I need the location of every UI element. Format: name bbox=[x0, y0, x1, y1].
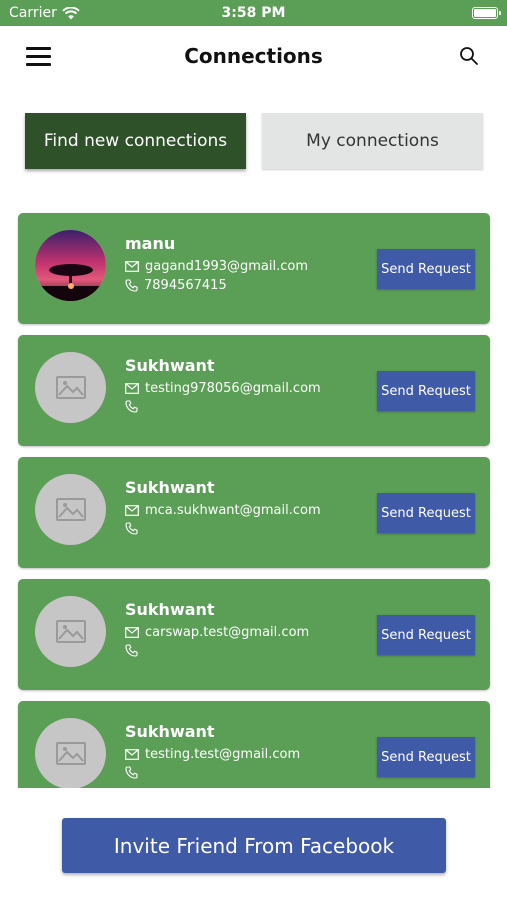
connection-email-text: gagand1993@gmail.com bbox=[145, 259, 309, 274]
avatar bbox=[35, 230, 106, 301]
mail-icon bbox=[125, 749, 139, 760]
mail-icon bbox=[125, 627, 139, 638]
connection-email: carswap.test@gmail.com bbox=[125, 625, 309, 640]
status-time: 3:58 PM bbox=[221, 5, 286, 21]
connection-email: testing978056@gmail.com bbox=[125, 381, 321, 396]
send-request-button[interactable]: Send Request bbox=[377, 249, 475, 289]
connection-email-text: carswap.test@gmail.com bbox=[145, 625, 310, 640]
connection-phone bbox=[125, 522, 144, 535]
connections-list[interactable]: manu gagand1993@gmail.com 7894567415 Sen… bbox=[0, 205, 507, 788]
avatar bbox=[35, 718, 106, 788]
connection-email: testing.test@gmail.com bbox=[125, 747, 300, 762]
connection-email-text: testing.test@gmail.com bbox=[145, 747, 301, 762]
connection-card: Sukhwant carswap.test@gmail.com Send Req… bbox=[18, 579, 490, 690]
connection-card: Sukhwant testing.test@gmail.com Send Req… bbox=[18, 701, 490, 788]
tab-my-connections[interactable]: My connections bbox=[262, 113, 483, 169]
connection-phone: 7894567415 bbox=[125, 278, 227, 293]
connection-phone-text: 7894567415 bbox=[144, 278, 227, 293]
image-placeholder-icon bbox=[56, 742, 86, 765]
connection-phone bbox=[125, 644, 144, 657]
profile-photo-icon bbox=[35, 230, 106, 301]
invite-facebook-button[interactable]: Invite Friend From Facebook bbox=[62, 818, 446, 873]
image-placeholder-icon bbox=[56, 498, 86, 521]
connection-name: Sukhwant bbox=[125, 478, 215, 497]
phone-icon bbox=[125, 400, 138, 413]
image-placeholder-icon bbox=[56, 376, 86, 399]
mail-icon bbox=[125, 505, 139, 516]
connection-email-text: mca.sukhwant@gmail.com bbox=[145, 503, 321, 518]
navigation-bar: Connections bbox=[0, 26, 507, 88]
phone-icon bbox=[125, 522, 138, 535]
avatar bbox=[35, 352, 106, 423]
send-request-button[interactable]: Send Request bbox=[377, 371, 475, 411]
avatar bbox=[35, 596, 106, 667]
avatar bbox=[35, 474, 106, 545]
connection-card: Sukhwant testing978056@gmail.com Send Re… bbox=[18, 335, 490, 446]
image-placeholder-icon bbox=[56, 620, 86, 643]
send-request-button[interactable]: Send Request bbox=[377, 737, 475, 777]
send-request-button[interactable]: Send Request bbox=[377, 615, 475, 655]
search-icon[interactable] bbox=[459, 46, 479, 66]
mail-icon bbox=[125, 383, 139, 394]
phone-icon bbox=[125, 279, 138, 292]
connection-tabs: Find new connections My connections bbox=[0, 113, 507, 169]
battery-full-icon bbox=[472, 7, 501, 19]
connection-phone bbox=[125, 400, 144, 413]
tab-find-new-connections[interactable]: Find new connections bbox=[25, 113, 246, 169]
status-bar: Carrier 3:58 PM bbox=[0, 0, 507, 26]
connection-email-text: testing978056@gmail.com bbox=[145, 381, 321, 396]
phone-icon bbox=[125, 644, 138, 657]
connection-email: mca.sukhwant@gmail.com bbox=[125, 503, 321, 518]
page-title: Connections bbox=[184, 44, 323, 68]
send-request-button[interactable]: Send Request bbox=[377, 493, 475, 533]
mail-icon bbox=[125, 261, 139, 272]
connection-card: manu gagand1993@gmail.com 7894567415 Sen… bbox=[18, 213, 490, 324]
connection-name: Sukhwant bbox=[125, 722, 215, 741]
phone-icon bbox=[125, 766, 138, 779]
connection-name: manu bbox=[125, 234, 176, 253]
connection-name: Sukhwant bbox=[125, 356, 215, 375]
connection-card: Sukhwant mca.sukhwant@gmail.com Send Req… bbox=[18, 457, 490, 568]
connection-email: gagand1993@gmail.com bbox=[125, 259, 308, 274]
connection-name: Sukhwant bbox=[125, 600, 215, 619]
connection-phone bbox=[125, 766, 144, 779]
